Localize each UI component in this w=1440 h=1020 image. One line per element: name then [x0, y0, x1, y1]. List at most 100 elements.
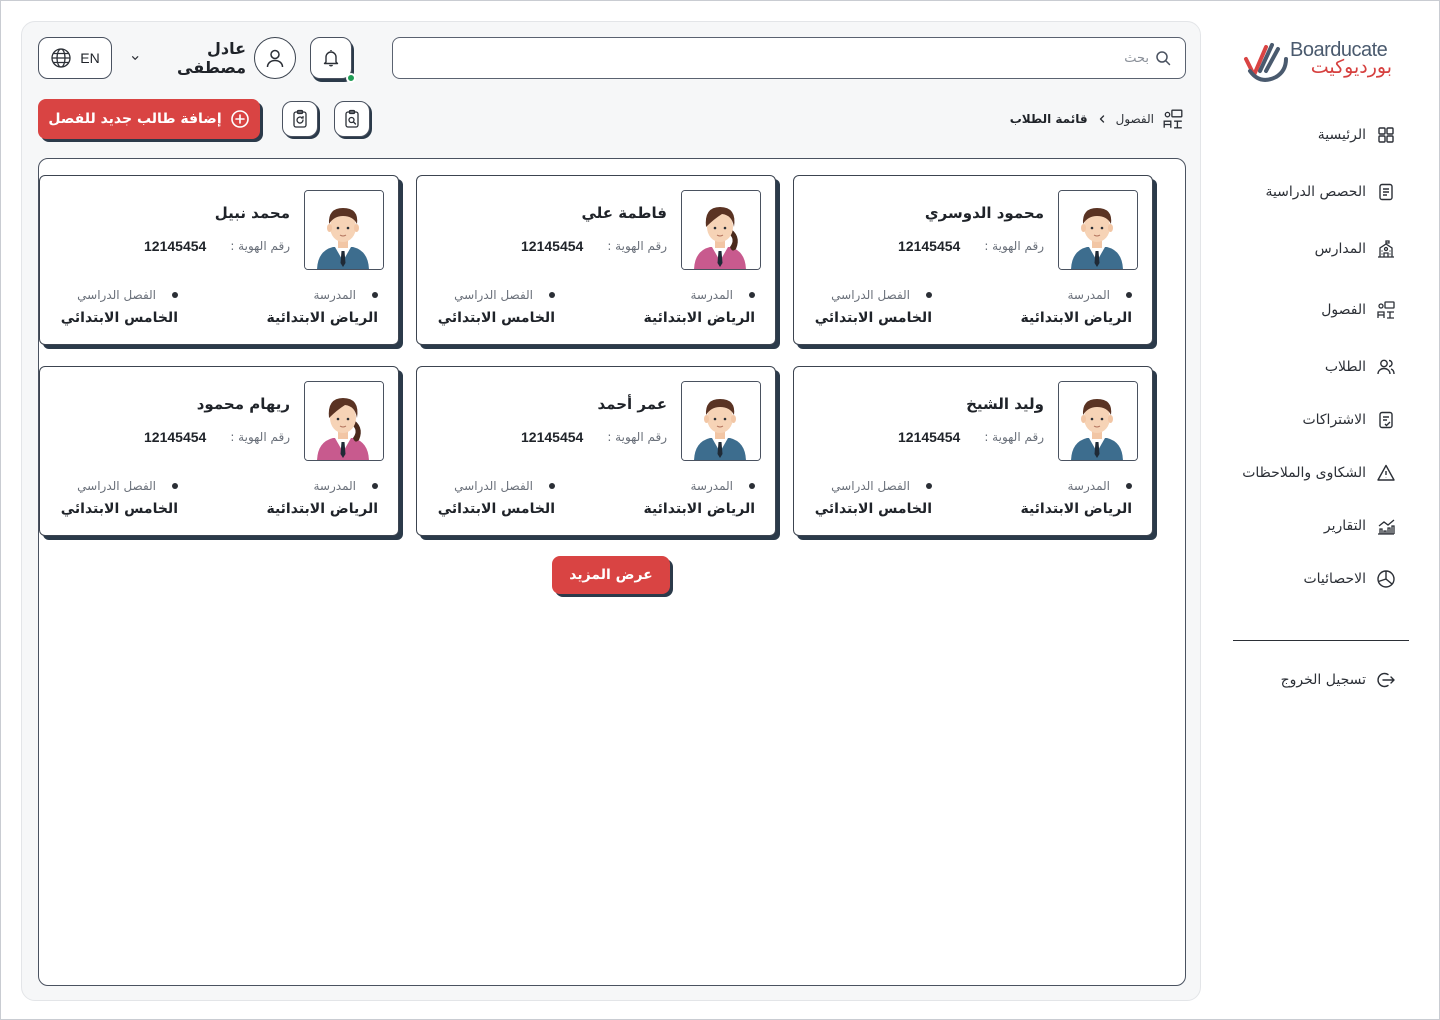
- user-menu[interactable]: عادل مصطفى: [130, 37, 296, 79]
- id-value: 12145454: [898, 238, 961, 254]
- clipboard-check-icon: [1379, 411, 1393, 429]
- logout-button[interactable]: تسجيل الخروج: [1281, 668, 1396, 692]
- bullet-icon: [926, 483, 932, 489]
- student-name: محمود الدوسري: [924, 204, 1044, 222]
- student-card[interactable]: ريهام محمود رقم الهوية : 12145454 المدرس…: [39, 366, 399, 536]
- notifications-button[interactable]: [310, 37, 356, 83]
- plus-circle-icon: [230, 110, 249, 128]
- bullet-icon: [372, 483, 378, 489]
- student-card[interactable]: محمد نبيل رقم الهوية : 12145454 المدرسة …: [39, 175, 399, 345]
- id-label: رقم الهوية :: [984, 239, 1044, 253]
- search-list-button[interactable]: [334, 101, 370, 137]
- search-icon: [1156, 51, 1171, 66]
- sidebar-item-reports[interactable]: التقارير: [1324, 514, 1396, 538]
- refresh-button[interactable]: [282, 101, 318, 137]
- school-field: المدرسة الرياض الابتدائية: [1020, 479, 1132, 517]
- sidebar-item-label: التقارير: [1323, 518, 1366, 534]
- school-label: المدرسة: [313, 288, 356, 302]
- globe-icon: [51, 48, 71, 68]
- male-student-icon: [1059, 191, 1137, 269]
- sidebar-item-home[interactable]: الرئيسية: [1318, 123, 1396, 147]
- school-value: الرياض الابتدائية: [266, 501, 378, 517]
- breadcrumb-current: قائمة الطلاب: [1009, 112, 1088, 126]
- student-name: عمر أحمد: [597, 395, 667, 413]
- student-avatar: [681, 190, 761, 270]
- id-label: رقم الهوية :: [607, 239, 667, 253]
- class-label: الفصل الدراسي: [454, 288, 533, 302]
- sidebar-item-classes[interactable]: الفصول: [1321, 298, 1396, 322]
- student-avatar: [1058, 381, 1138, 461]
- search-bar[interactable]: [392, 37, 1186, 79]
- notification-dot: [346, 73, 356, 83]
- search-input[interactable]: [393, 50, 1149, 66]
- class-field: الفصل الدراسي الخامس الابتدائي: [815, 288, 932, 326]
- id-value: 12145454: [521, 238, 584, 254]
- brand-logo[interactable]: Boarducate بورديوكيت: [1242, 39, 1394, 85]
- student-avatar: [1058, 190, 1138, 270]
- class-field: الفصل الدراسي الخامس الابتدائي: [61, 288, 178, 326]
- id-value: 12145454: [521, 429, 584, 445]
- class-label: الفصل الدراسي: [77, 288, 156, 302]
- id-label: رقم الهوية :: [984, 430, 1044, 444]
- student-card[interactable]: عمر أحمد رقم الهوية : 12145454 المدرسة ا…: [416, 366, 776, 536]
- sidebar-item-students[interactable]: الطلاب: [1325, 355, 1396, 379]
- male-student-icon: [305, 191, 383, 269]
- class-field: الفصل الدراسي الخامس الابتدائي: [438, 288, 555, 326]
- student-id-row: رقم الهوية : 12145454: [521, 429, 667, 445]
- school-label: المدرسة: [313, 479, 356, 493]
- school-label: المدرسة: [1067, 288, 1110, 302]
- school-field: المدرسة الرياض الابتدائية: [266, 479, 378, 517]
- school-value: الرياض الابتدائية: [1020, 501, 1132, 517]
- bullet-icon: [926, 292, 932, 298]
- school-field: المدرسة الرياض الابتدائية: [1020, 288, 1132, 326]
- bullet-icon: [172, 292, 178, 298]
- avatar[interactable]: [254, 37, 296, 79]
- chevron-left-icon: [1099, 115, 1104, 123]
- language-button[interactable]: EN: [38, 37, 112, 79]
- class-field: الفصل الدراسي الخامس الابتدائي: [61, 479, 178, 517]
- student-card[interactable]: فاطمة علي رقم الهوية : 12145454 المدرسة …: [416, 175, 776, 345]
- class-label: الفصل الدراسي: [77, 479, 156, 493]
- student-name: ريهام محمود: [196, 395, 290, 413]
- school-label: المدرسة: [690, 479, 733, 493]
- sidebar-item-statistics[interactable]: الاحصائيات: [1303, 567, 1396, 591]
- sidebar-item-label: الاحصائيات: [1303, 571, 1366, 587]
- class-field: الفصل الدراسي الخامس الابتدائي: [438, 479, 555, 517]
- male-student-icon: [1059, 382, 1137, 460]
- sidebar: Boarducate بورديوكيت الرئيسية الحصص الدر…: [1211, 1, 1440, 1019]
- sidebar-item-label: الفصول: [1321, 302, 1366, 318]
- warning-icon: [1377, 464, 1395, 481]
- student-avatar: [681, 381, 761, 461]
- male-student-icon: [682, 382, 760, 460]
- school-value: الرياض الابتدائية: [266, 310, 378, 326]
- school-field: المدرسة الرياض الابتدائية: [266, 288, 378, 326]
- school-field: المدرسة الرياض الابتدائية: [643, 479, 755, 517]
- sidebar-divider: [1233, 640, 1409, 641]
- sidebar-item-subscriptions[interactable]: الاشتراكات: [1302, 408, 1396, 432]
- sidebar-item-lessons[interactable]: الحصص الدراسية: [1265, 180, 1396, 204]
- school-value: الرياض الابتدائية: [1020, 310, 1132, 326]
- student-card[interactable]: وليد الشيخ رقم الهوية : 12145454 المدرسة…: [793, 366, 1153, 536]
- sidebar-item-label: الحصص الدراسية: [1265, 184, 1366, 200]
- student-name: وليد الشيخ: [966, 395, 1044, 413]
- student-id-row: رقم الهوية : 12145454: [521, 238, 667, 254]
- class-value: الخامس الابتدائي: [60, 310, 178, 326]
- sidebar-item-label: الشكاوى والملاحظات: [1242, 465, 1366, 481]
- sidebar-item-schools[interactable]: المدارس: [1315, 237, 1396, 261]
- sidebar-item-complaints[interactable]: الشكاوى والملاحظات: [1242, 461, 1396, 485]
- chevron-down-icon[interactable]: [130, 52, 140, 64]
- users-icon: [1377, 359, 1395, 375]
- student-name: محمد نبيل: [214, 204, 290, 222]
- bullet-icon: [172, 483, 178, 489]
- main-panel: عادل مصطفى EN إضافة طالب جديد للفصل: [21, 21, 1201, 1001]
- school-value: الرياض الابتدائية: [643, 310, 755, 326]
- student-id-row: رقم الهوية : 12145454: [144, 238, 290, 254]
- breadcrumb-parent[interactable]: الفصول: [1116, 112, 1154, 126]
- student-card[interactable]: محمود الدوسري رقم الهوية : 12145454 المد…: [793, 175, 1153, 345]
- school-label: المدرسة: [690, 288, 733, 302]
- pie-chart-icon: [1377, 570, 1395, 588]
- breadcrumb: الفصول قائمة الطلاب: [1010, 108, 1184, 130]
- show-more-button[interactable]: عرض المزيد: [552, 556, 670, 594]
- clipboard-search-icon: [345, 109, 359, 128]
- add-student-button[interactable]: إضافة طالب جديد للفصل: [38, 99, 260, 139]
